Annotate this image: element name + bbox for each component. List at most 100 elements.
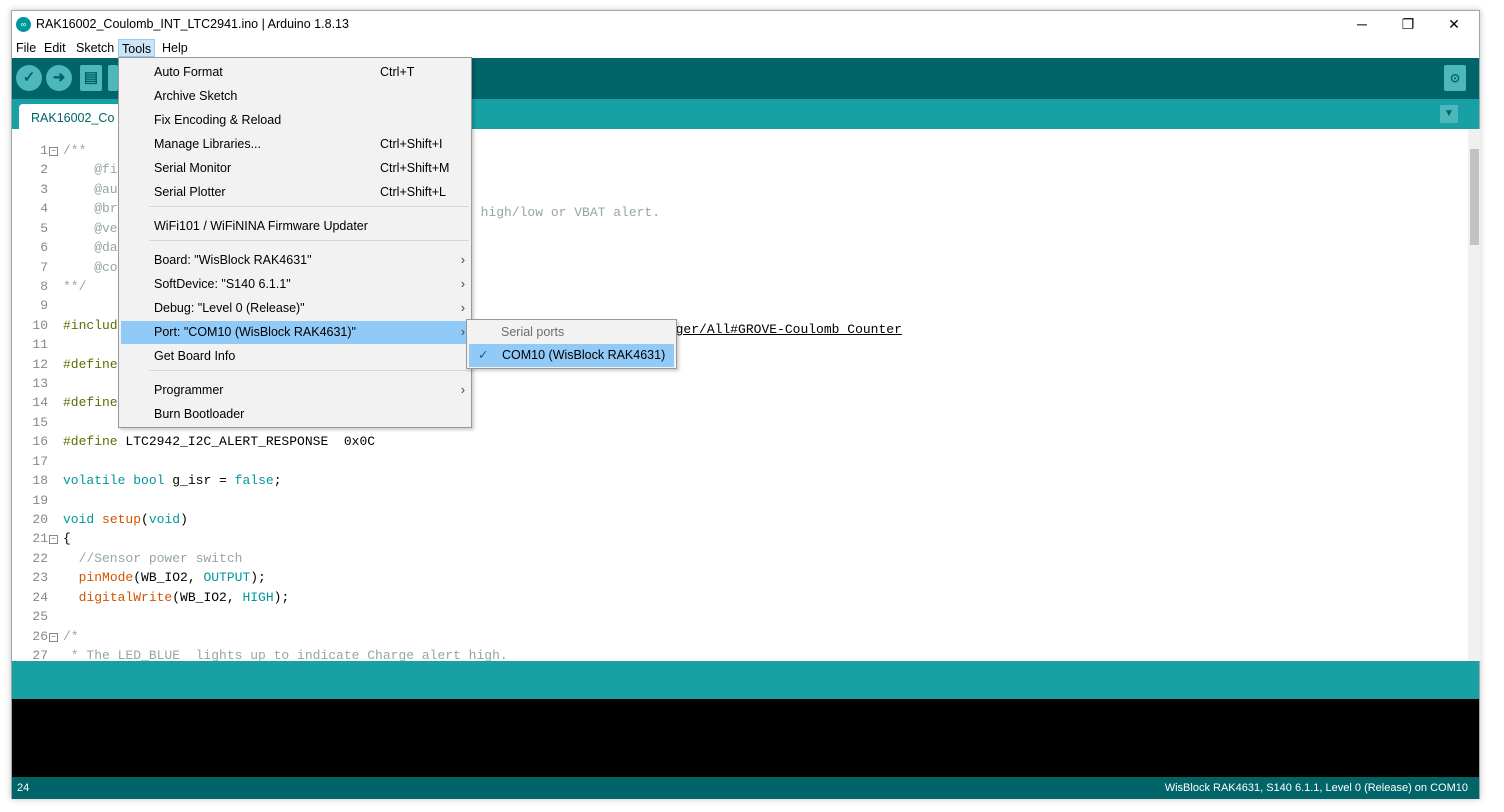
- line-number: 11: [32, 337, 48, 353]
- serial-monitor-button[interactable]: ⊙: [1444, 65, 1466, 91]
- tools-menu: Auto Format Ctrl+T Archive Sketch Fix Encod…: [118, 57, 472, 428]
- code-token: #define: [63, 434, 118, 450]
- chevron-right-icon: ›: [460, 253, 465, 267]
- code-token: (: [141, 511, 149, 527]
- menu-item-softdevice[interactable]: SoftDevice: "S140 6.1.1" ›: [121, 273, 469, 296]
- code-token: void: [148, 511, 181, 527]
- menu-item-serial[interactable]: Serial Monitor Ctrl+Shift+M: [121, 157, 469, 180]
- upload-button[interactable]: ➜: [46, 65, 72, 91]
- submenu-header: Serial ports: [501, 325, 565, 339]
- code-token: //Sensor power switch: [63, 550, 243, 566]
- line-number: 13: [32, 376, 48, 392]
- menu-item-label: WiFi101 / WiFiNINA Firmware Updater: [154, 219, 368, 233]
- code-line: pinMode(WB_IO2, OUTPUT);: [63, 570, 266, 585]
- code-token: ;: [273, 473, 282, 489]
- status-bar: [12, 661, 1479, 699]
- code-token: pinMode: [78, 570, 134, 586]
- menu-item-manage[interactable]: Manage Libraries... Ctrl+Shift+I: [121, 133, 469, 156]
- shortcut-label: Ctrl+Shift+I: [380, 137, 443, 151]
- code-token: @ver: [63, 220, 126, 236]
- code-token: @aut: [63, 181, 126, 197]
- code-token: volatile: [63, 473, 126, 489]
- menu-item-label: Serial Monitor: [154, 161, 232, 175]
- code-token: @fi: [63, 162, 118, 178]
- code-line: void setup(void): [63, 512, 188, 527]
- menu-edit[interactable]: Edit: [41, 39, 69, 57]
- line-number: 6: [40, 240, 48, 256]
- menu-separator: [149, 206, 469, 207]
- maximize-button[interactable]: ❐: [1385, 11, 1431, 37]
- menu-tools[interactable]: Tools: [118, 39, 156, 57]
- code-token: void: [63, 511, 95, 527]
- editor-scrollbar[interactable]: [1468, 129, 1481, 661]
- line-number: 26: [32, 628, 48, 644]
- line-number: 4: [40, 201, 48, 217]
- code-token: g_isr =: [164, 473, 235, 489]
- scrollbar-thumb[interactable]: [1470, 149, 1479, 245]
- code-fragment: t high/low or VBAT alert.: [465, 205, 661, 220]
- menu-item-label: Burn Bootloader: [154, 407, 245, 421]
- code-token: HIGH: [242, 589, 274, 605]
- line-number: 12: [32, 356, 48, 372]
- console-output: [12, 699, 1479, 777]
- menu-item-burn[interactable]: Burn Bootloader: [121, 403, 469, 426]
- code-token: bool: [133, 473, 165, 489]
- code-token: setup: [102, 511, 142, 527]
- code-line: @bri: [63, 201, 125, 216]
- menu-item-label: Debug: "Level 0 (Release)": [154, 301, 305, 315]
- menu-help[interactable]: Help: [159, 39, 191, 57]
- line-number: 7: [40, 259, 48, 275]
- fold-toggle-icon[interactable]: −: [49, 632, 58, 642]
- fold-toggle-icon[interactable]: −: [49, 147, 58, 156]
- line-number: 5: [40, 220, 48, 236]
- line-number: 22: [32, 550, 48, 566]
- menu-item-port[interactable]: Port: "COM10 (WisBlock RAK4631)" ›: [121, 321, 469, 344]
- code-token: false: [234, 473, 274, 489]
- code-token: #define: [63, 395, 118, 411]
- tab-menu-dropdown-icon[interactable]: ▼: [1440, 105, 1458, 123]
- code-line: #define LTC2942_I2C_ALERT_RESPONSE 0x0C: [63, 434, 375, 449]
- code-line: #define: [63, 395, 118, 410]
- board-info: WisBlock RAK4631, S140 6.1.1, Level 0 (R…: [1164, 782, 1468, 794]
- menu-item-label: Fix Encoding & Reload: [154, 113, 282, 127]
- port-com10-item[interactable]: ✓ COM10 (WisBlock RAK4631): [469, 344, 674, 367]
- menu-item-debug[interactable]: Debug: "Level 0 (Release)" ›: [121, 297, 469, 320]
- arduino-logo-icon: ∞: [16, 17, 31, 32]
- code-line: //Sensor power switch: [63, 550, 243, 566]
- line-number: 24: [17, 782, 30, 794]
- code-line: volatile bool g_isr = false;: [63, 473, 282, 488]
- code-line: #define: [63, 357, 118, 372]
- code-line: @fi: [63, 162, 118, 178]
- code-token: #define: [63, 356, 118, 372]
- menu-item-board[interactable]: Board: "WisBlock RAK4631" ›: [121, 249, 469, 272]
- menu-item-label: Auto Format: [154, 65, 223, 79]
- menu-item-wifi101[interactable]: WiFi101 / WiFiNINA Firmware Updater: [121, 215, 469, 238]
- chevron-right-icon: ›: [460, 277, 465, 291]
- port-submenu: Serial ports ✓ COM10 (WisBlock RAK4631): [466, 319, 677, 369]
- menu-item-archive[interactable]: Archive Sketch: [121, 85, 469, 108]
- menu-item-fix[interactable]: Fix Encoding & Reload: [121, 109, 469, 132]
- menu-sketch[interactable]: Sketch: [73, 39, 117, 57]
- new-button[interactable]: ▤: [80, 65, 102, 91]
- menu-separator: [149, 240, 469, 241]
- shortcut-label: Ctrl+Shift+M: [380, 161, 450, 175]
- code-line: @ver: [63, 221, 125, 236]
- code-line: {: [63, 531, 71, 546]
- menu-item-auto[interactable]: Auto Format Ctrl+T: [121, 61, 469, 84]
- menu-item-programmer[interactable]: Programmer ›: [121, 379, 469, 402]
- menu-item-label: Board: "WisBlock RAK4631": [154, 253, 312, 267]
- line-number: 10: [32, 317, 48, 333]
- menu-item-get[interactable]: Get Board Info: [121, 345, 469, 368]
- menu-item-serial[interactable]: Serial Plotter Ctrl+Shift+L: [121, 181, 469, 204]
- verify-button[interactable]: ✓: [16, 65, 42, 91]
- code-token: @cop: [63, 259, 126, 275]
- open-button[interactable]: [108, 65, 118, 91]
- code-token: );: [273, 589, 290, 605]
- minimize-button[interactable]: ─: [1339, 11, 1385, 37]
- fold-toggle-icon[interactable]: −: [49, 535, 58, 545]
- close-button[interactable]: ✕: [1431, 11, 1477, 37]
- menu-item-label: Port: "COM10 (WisBlock RAK4631)": [154, 325, 356, 339]
- shortcut-label: Ctrl+T: [380, 65, 415, 79]
- menu-file[interactable]: File: [13, 39, 39, 57]
